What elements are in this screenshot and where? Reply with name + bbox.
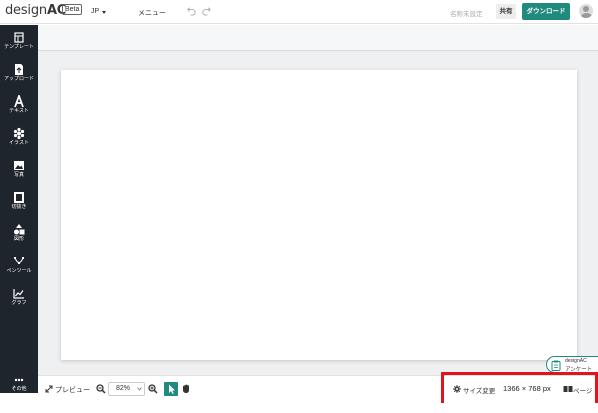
- crop-icon: [14, 192, 24, 203]
- avatar[interactable]: [579, 4, 593, 18]
- sidebar-item-upload[interactable]: アップロード: [0, 61, 38, 91]
- upload-icon: [15, 64, 23, 75]
- sidebar-item-label: イラスト: [9, 140, 29, 146]
- expand-icon[interactable]: [45, 385, 53, 393]
- chevron-down-icon[interactable]: [102, 11, 106, 14]
- zoom-in-icon[interactable]: [148, 384, 158, 394]
- sidebar-item-photo[interactable]: 写真: [0, 157, 38, 187]
- zoom-out-icon[interactable]: [96, 384, 106, 394]
- sidebar-item-label: その他: [11, 386, 27, 392]
- sidebar-item-crop[interactable]: 切抜き: [0, 189, 38, 219]
- sidebar-item-label: テキスト: [9, 108, 29, 114]
- sidebar-item-graph[interactable]: グラフ: [0, 285, 38, 315]
- pages-icon[interactable]: [563, 385, 573, 393]
- sidebar-item-label: 切抜き: [11, 204, 27, 210]
- select-tool-button[interactable]: [164, 382, 178, 396]
- beta-badge: Beta: [62, 4, 83, 15]
- redo-icon[interactable]: [201, 5, 212, 16]
- footer-strip: [0, 403, 598, 413]
- cursor-icon: [169, 384, 175, 394]
- menu-button[interactable]: メニュー: [138, 8, 166, 18]
- sidebar-item-label: 図形: [13, 236, 24, 242]
- left-sidebar: テンプレート アップロード テキスト イラスト 写真 切抜き 図形 ペンツール …: [0, 25, 38, 393]
- sidebar-item-illustration[interactable]: イラスト: [0, 125, 38, 155]
- sidebar-item-text[interactable]: テキスト: [0, 93, 38, 123]
- sidebar-item-more[interactable]: その他: [0, 371, 38, 401]
- preview-button[interactable]: プレビュー: [55, 385, 90, 395]
- share-button[interactable]: 共有: [496, 4, 516, 19]
- graph-icon: [13, 289, 24, 299]
- pen-tool-icon: [14, 257, 24, 264]
- download-button[interactable]: ダウンロード: [522, 3, 570, 20]
- survey-button[interactable]: designAC アンケート: [546, 356, 598, 373]
- sidebar-item-label: 写真: [13, 172, 24, 178]
- resize-button[interactable]: サイズ変更: [463, 385, 495, 395]
- sidebar-item-label: グラフ: [11, 300, 27, 306]
- survey-title: designAC: [565, 358, 587, 364]
- workspace-top-strip: [38, 25, 598, 51]
- undo-icon[interactable]: [186, 5, 197, 16]
- shapes-icon: [14, 224, 25, 235]
- photo-icon: [14, 161, 24, 170]
- document-name[interactable]: 名称未設定: [450, 8, 483, 18]
- chevron-down-icon[interactable]: [137, 387, 142, 391]
- page-button[interactable]: ページ: [573, 385, 592, 395]
- sidebar-item-pen-tool[interactable]: ペンツール: [0, 253, 38, 283]
- more-icon: [14, 378, 24, 382]
- sidebar-item-label: テンプレート: [4, 44, 34, 50]
- gear-icon[interactable]: [453, 385, 461, 393]
- sidebar-item-label: アップロード: [3, 76, 34, 82]
- zoom-value: 82%: [116, 385, 131, 392]
- language-selector[interactable]: JP: [91, 8, 99, 15]
- logo-text: design: [5, 3, 47, 18]
- hand-icon[interactable]: [181, 383, 192, 394]
- top-toolbar: designAC Beta JP メニュー 名称未設定 共有 ダウンロード: [0, 0, 598, 24]
- illustration-icon: [13, 127, 25, 140]
- text-icon: [14, 95, 24, 108]
- design-canvas-page[interactable]: [61, 70, 577, 360]
- designac-logo[interactable]: designAC: [5, 3, 66, 18]
- template-icon: [14, 32, 24, 43]
- sidebar-item-shapes[interactable]: 図形: [0, 221, 38, 251]
- clipboard-icon: [551, 360, 561, 371]
- sidebar-item-label: ペンツール: [6, 268, 32, 274]
- canvas-dimensions: 1366 × 768 px: [503, 384, 551, 393]
- sidebar-item-template[interactable]: テンプレート: [0, 29, 38, 59]
